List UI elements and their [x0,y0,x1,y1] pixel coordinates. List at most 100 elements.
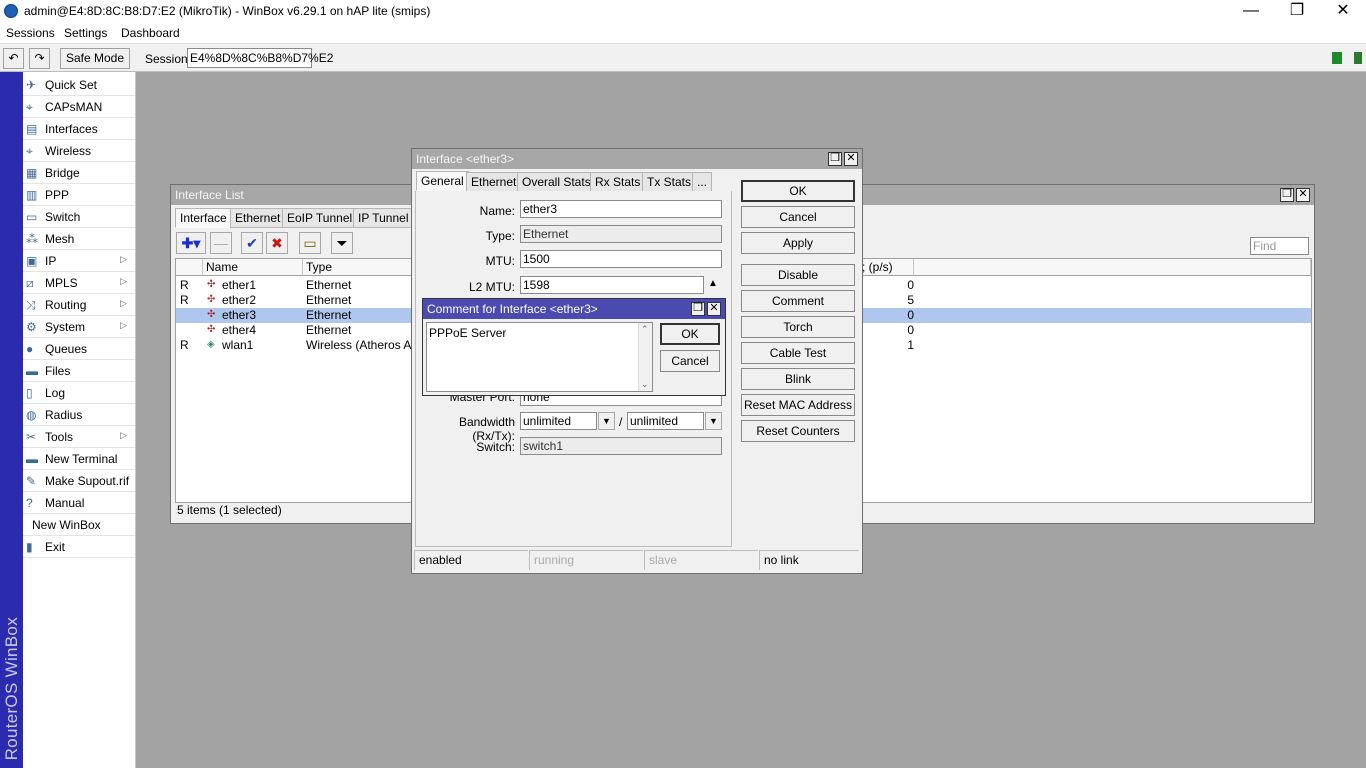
sidebar-item-mpls[interactable]: ⧄ MPLS ▷ [23,272,135,294]
tab-interface[interactable]: Interface [175,208,232,228]
mtu-field[interactable]: 1500 [520,250,722,268]
disable-x-icon[interactable]: ✖ [266,232,288,254]
scroll-up-icon[interactable]: ⌃ [641,324,649,335]
tab-eoip-tunnel[interactable]: EoIP Tunnel [282,208,358,228]
sidebar-item-mesh[interactable]: ⁂ Mesh [23,228,135,250]
sidebar-item-interfaces[interactable]: ▤ Interfaces [23,118,135,140]
undo-button[interactable]: ↶ [3,48,24,69]
sidebar-item-system[interactable]: ⚙ System ▷ [23,316,135,338]
sidebar-item-manual[interactable]: ? Manual [23,492,135,514]
tab-general[interactable]: General [416,171,469,191]
row-name: ether1 [222,278,257,292]
cable-test-button[interactable]: Cable Test [741,342,855,364]
bandwidth-tx-field[interactable]: unlimited [627,412,704,430]
routing-icon: ⤨ [26,298,36,312]
comment-cancel-button[interactable]: Cancel [660,350,720,372]
sidebar-item-bridge[interactable]: ▦ Bridge [23,162,135,184]
comment-scrollbar[interactable]: ⌃ ⌄ [638,323,652,391]
interface-list-maximize-button[interactable]: ❐ [1280,188,1294,202]
sidebar-item-exit[interactable]: ▮ Exit [23,536,135,558]
comment-note-icon[interactable]: ▭ [299,232,321,254]
reset-mac-address-button[interactable]: Reset MAC Address [741,394,855,416]
cancel-button[interactable]: Cancel [741,206,855,228]
tab-more[interactable]: ... [692,172,713,192]
lock-status-icon [1354,52,1362,64]
bridge-icon: ▦ [26,166,38,180]
bandwidth-rx-field[interactable]: unlimited [520,412,597,430]
menu-settings[interactable]: Settings [64,26,107,40]
tab-ethernet[interactable]: Ethernet [230,208,286,228]
sidebar-item-log[interactable]: ▯ Log [23,382,135,404]
session-field[interactable]: E4%8D%8C%B8%D7%E2 [187,48,333,68]
terminal-icon: ▬ [26,452,38,466]
comment-dialog-close-button[interactable]: ✕ [707,302,721,316]
interface-list-close-button[interactable]: ✕ [1296,188,1310,202]
tab-tx-stats[interactable]: Tx Stats [642,172,697,192]
comment-button[interactable]: Comment [741,290,855,312]
blink-button[interactable]: Blink [741,368,855,390]
iface-dialog-close-button[interactable]: ✕ [844,152,858,166]
column-type[interactable]: Type [303,259,413,276]
sidebar-item-make-supout-rif[interactable]: ✎ Make Supout.rif [23,470,135,492]
comment-dialog-maximize-button[interactable]: ❐ [691,302,705,316]
disable-button[interactable]: Disable [741,264,855,286]
scroll-down-icon[interactable]: ⌄ [641,379,649,390]
sidebar-item-tools[interactable]: ✂ Tools ▷ [23,426,135,448]
remove-button[interactable]: — [210,232,232,254]
find-input[interactable]: Find [1250,237,1309,255]
enable-check-icon[interactable]: ✔ [241,232,263,254]
name-field[interactable]: ether3 [520,200,722,218]
reset-counters-button[interactable]: Reset Counters [741,420,855,442]
redo-button[interactable]: ↷ [29,48,50,69]
iface-dialog-maximize-button[interactable]: ❐ [828,152,842,166]
menu-sessions[interactable]: Sessions [6,26,55,40]
torch-button[interactable]: Torch [741,316,855,338]
maximize-button[interactable]: ❐ [1274,0,1320,23]
sidebar-item-switch[interactable]: ▭ Switch [23,206,135,228]
add-interface-button[interactable]: ✚▾ [176,232,206,254]
l2mtu-collapse-arrow-icon[interactable]: ▲ [708,278,718,289]
sidebar-item-new-winbox[interactable]: New WinBox [23,514,135,536]
sidebar-item-label: Wireless [45,144,92,158]
column-name[interactable]: Name [203,259,303,276]
l2mtu-field[interactable]: 1598 [520,276,704,294]
menu-dashboard[interactable]: Dashboard [121,26,180,40]
sidebar-item-new-terminal[interactable]: ▬ New Terminal [23,448,135,470]
sidebar-item-wireless[interactable]: ⌖ Wireless [23,140,135,162]
sidebar-item-queues[interactable]: ● Queues [23,338,135,360]
comment-textarea[interactable]: PPPoE Server ⌃ ⌄ [426,322,653,392]
close-window-button[interactable]: ✕ [1320,0,1366,23]
tab-rx-stats[interactable]: Rx Stats [590,172,646,192]
sidebar-item-radius[interactable]: ◍ Radius [23,404,135,426]
comment-ok-button[interactable]: OK [660,323,720,345]
ip-icon: ▣ [26,254,38,268]
minimize-button[interactable]: — [1228,0,1274,23]
switch-field: switch1 [520,437,722,455]
safe-mode-button[interactable]: Safe Mode [60,48,130,69]
sidebar-item-quick-set[interactable]: ✈ Quick Set [23,74,135,96]
row-rate: 0 [907,308,914,322]
column-flag[interactable] [176,259,203,276]
tab-dialog-ethernet[interactable]: Ethernet [466,172,522,192]
filter-icon[interactable]: ⏷ [331,232,353,254]
status-enabled: enabled [414,550,528,570]
ethernet-interface-icon: ✣ [207,324,216,335]
sidebar-item-routing[interactable]: ⤨ Routing ▷ [23,294,135,316]
apply-button[interactable]: Apply [741,232,855,254]
column-rate[interactable]: ; (p/s) [859,259,914,276]
tab-overall-stats[interactable]: Overall Stats [517,172,596,192]
sidebar-item-ip[interactable]: ▣ IP ▷ [23,250,135,272]
sidebar-item-files[interactable]: ▬ Files [23,360,135,382]
items-count: 5 items (1 selected) [177,503,282,517]
ok-button[interactable]: OK [741,180,855,202]
sidebar-item-ppp[interactable]: ▥ PPP [23,184,135,206]
ethernet-interface-icon: ✣ [207,309,216,320]
system-gear-icon: ⚙ [26,320,37,334]
row-type: Ethernet [306,308,352,322]
tab-ip-tunnel[interactable]: IP Tunnel [353,208,414,228]
bandwidth-tx-dropdown-icon[interactable]: ▼ [705,412,722,430]
bandwidth-rx-dropdown-icon[interactable]: ▼ [598,412,615,430]
status-running: running [529,550,643,570]
sidebar-item-capsman[interactable]: ⌖ CAPsMAN [23,96,135,118]
interface-dialog-title: Interface <ether3> [412,149,862,169]
